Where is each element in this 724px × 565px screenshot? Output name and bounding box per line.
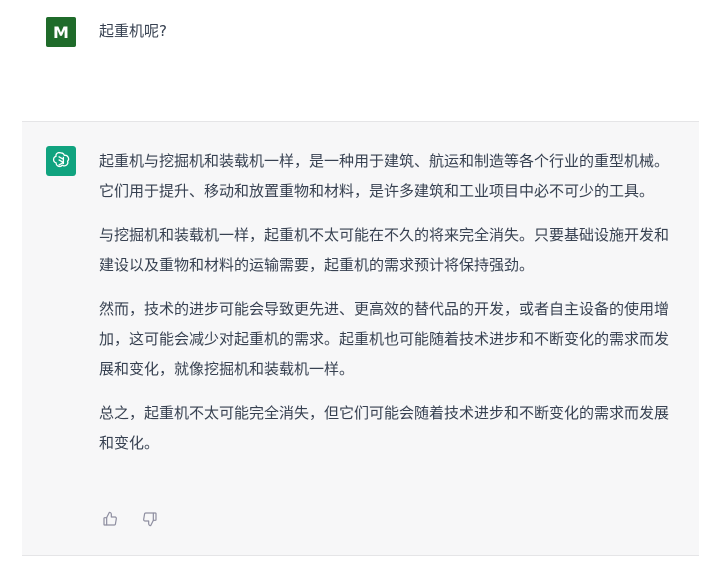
thumbs-up-icon[interactable]	[101, 510, 119, 528]
user-message-text: 起重机呢?	[99, 22, 167, 40]
openai-logo-icon	[46, 146, 76, 176]
answer-paragraph: 总之，起重机不太可能完全消失，但它们可能会随着技术进步和不断变化的需求而发展和变…	[99, 404, 670, 452]
answer-paragraph: 与挖掘机和装载机一样，起重机不太可能在不久的将来完全消失。只要基础设施开发和建设…	[99, 226, 670, 274]
thumbs-down-icon[interactable]	[141, 510, 159, 528]
user-avatar: M	[46, 17, 76, 47]
feedback-controls	[101, 510, 159, 528]
user-message-row: M 起重机呢?	[0, 0, 724, 121]
assistant-answer: 起重机与挖掘机和装载机一样，是一种用于建筑、航运和制造等各个行业的重型机械。它们…	[99, 146, 679, 472]
answer-paragraph: 然而，技术的进步可能会导致更先进、更高效的替代品的开发，或者自主设备的使用增加，…	[99, 300, 670, 378]
assistant-message-row: 起重机与挖掘机和装载机一样，是一种用于建筑、航运和制造等各个行业的重型机械。它们…	[22, 121, 699, 556]
answer-paragraph: 起重机与挖掘机和装载机一样，是一种用于建筑、航运和制造等各个行业的重型机械。它们…	[99, 152, 670, 200]
